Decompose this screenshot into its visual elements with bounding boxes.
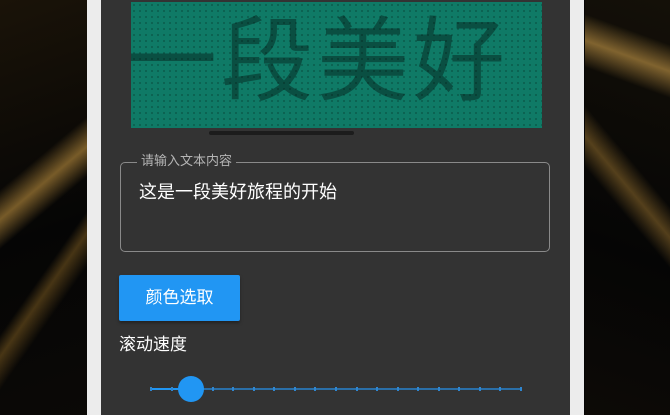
slider-tick [335, 387, 337, 391]
slider-tick [355, 387, 358, 391]
slider-tick [396, 387, 399, 391]
slider-thumb[interactable] [177, 376, 204, 402]
preview-scroll-indicator [209, 131, 354, 135]
text-field-value[interactable]: 这是一段美好旅程的开始 [139, 181, 337, 205]
text-content-field[interactable]: 请输入文本内容 这是一段美好旅程的开始 [120, 153, 550, 252]
wallpaper-right [585, 0, 670, 415]
slider-tick [417, 387, 420, 391]
slider-tick [478, 387, 481, 391]
slider-ticks [150, 387, 522, 391]
wallpaper-left [0, 0, 100, 415]
slider-tick [437, 387, 440, 391]
color-pick-button[interactable]: 颜色选取 [119, 275, 240, 321]
slider-tick [211, 387, 214, 391]
slider-tick [520, 387, 522, 391]
slider-tick [273, 387, 276, 391]
marquee-preview: 一段美好 [131, 2, 542, 128]
slider-tick [150, 387, 152, 391]
scroll-speed-label: 滚动速度 [119, 335, 187, 355]
slider-tick [252, 387, 255, 391]
slider-tick [232, 387, 235, 391]
marquee-preview-text: 一段美好 [131, 8, 510, 115]
app-screen: 一段美好 请输入文本内容 这是一段美好旅程的开始 颜色选取 滚动速度 [101, 0, 570, 415]
scroll-speed-slider[interactable] [150, 376, 522, 402]
slider-tick [458, 387, 461, 391]
text-field-label: 请输入文本内容 [137, 153, 237, 171]
slider-tick [376, 387, 379, 391]
slider-tick [314, 387, 317, 391]
slider-tick [293, 387, 296, 391]
slider-tick [499, 387, 502, 391]
slider-tick [170, 387, 173, 391]
